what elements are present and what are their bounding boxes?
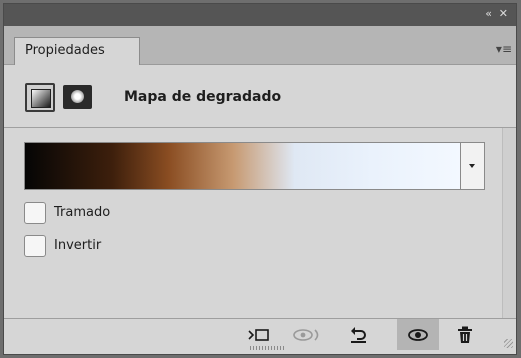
close-icon[interactable]: ✕ <box>499 7 508 20</box>
properties-panel: ‹‹ ✕ Propiedades ▾≡ Mapa de degradado Tr… <box>3 3 517 355</box>
tramado-checkbox[interactable] <box>24 202 46 224</box>
chevron-down-icon <box>469 164 475 168</box>
gradient-swatch-icon <box>31 89 51 108</box>
reset-button[interactable] <box>344 324 374 346</box>
gradient-preview[interactable] <box>24 142 461 190</box>
reset-icon <box>351 327 366 343</box>
tramado-label: Tramado <box>54 205 111 220</box>
mask-dot-icon <box>71 90 84 103</box>
toggle-visibility-icon <box>408 328 428 341</box>
tab-strip: Propiedades ▾≡ <box>4 26 516 65</box>
properties-content: Tramado Invertir <box>4 128 502 318</box>
resize-grip-icon[interactable] <box>504 339 513 348</box>
panel-titlebar: ‹‹ ✕ <box>4 4 516 26</box>
invertir-checkbox[interactable] <box>24 235 46 257</box>
view-previous-state-button[interactable] <box>292 324 322 346</box>
panel-menu-icon[interactable]: ▾≡ <box>496 42 512 56</box>
trash-icon <box>458 326 472 343</box>
panel-drag-grip[interactable] <box>250 346 284 350</box>
toggle-visibility-button[interactable] <box>397 319 439 350</box>
view-previous-state-icon <box>293 329 319 341</box>
tab-label: Propiedades <box>25 43 105 58</box>
double-chevron-icon[interactable]: ‹‹ <box>485 7 492 20</box>
clip-to-layer-button[interactable] <box>244 324 274 346</box>
delete-button[interactable] <box>450 324 480 346</box>
gradient-dropdown-button[interactable] <box>461 142 485 190</box>
tab-propiedades[interactable]: Propiedades <box>14 37 140 65</box>
gradient-map-adjustment-icon[interactable] <box>25 83 55 112</box>
vertical-scrollbar[interactable] <box>502 128 516 318</box>
layer-mask-icon[interactable] <box>63 85 92 109</box>
invertir-label: Invertir <box>54 238 102 253</box>
properties-header: Mapa de degradado <box>4 65 516 128</box>
clip-to-layer-icon <box>248 329 269 341</box>
panel-title: Mapa de degradado <box>124 89 282 105</box>
